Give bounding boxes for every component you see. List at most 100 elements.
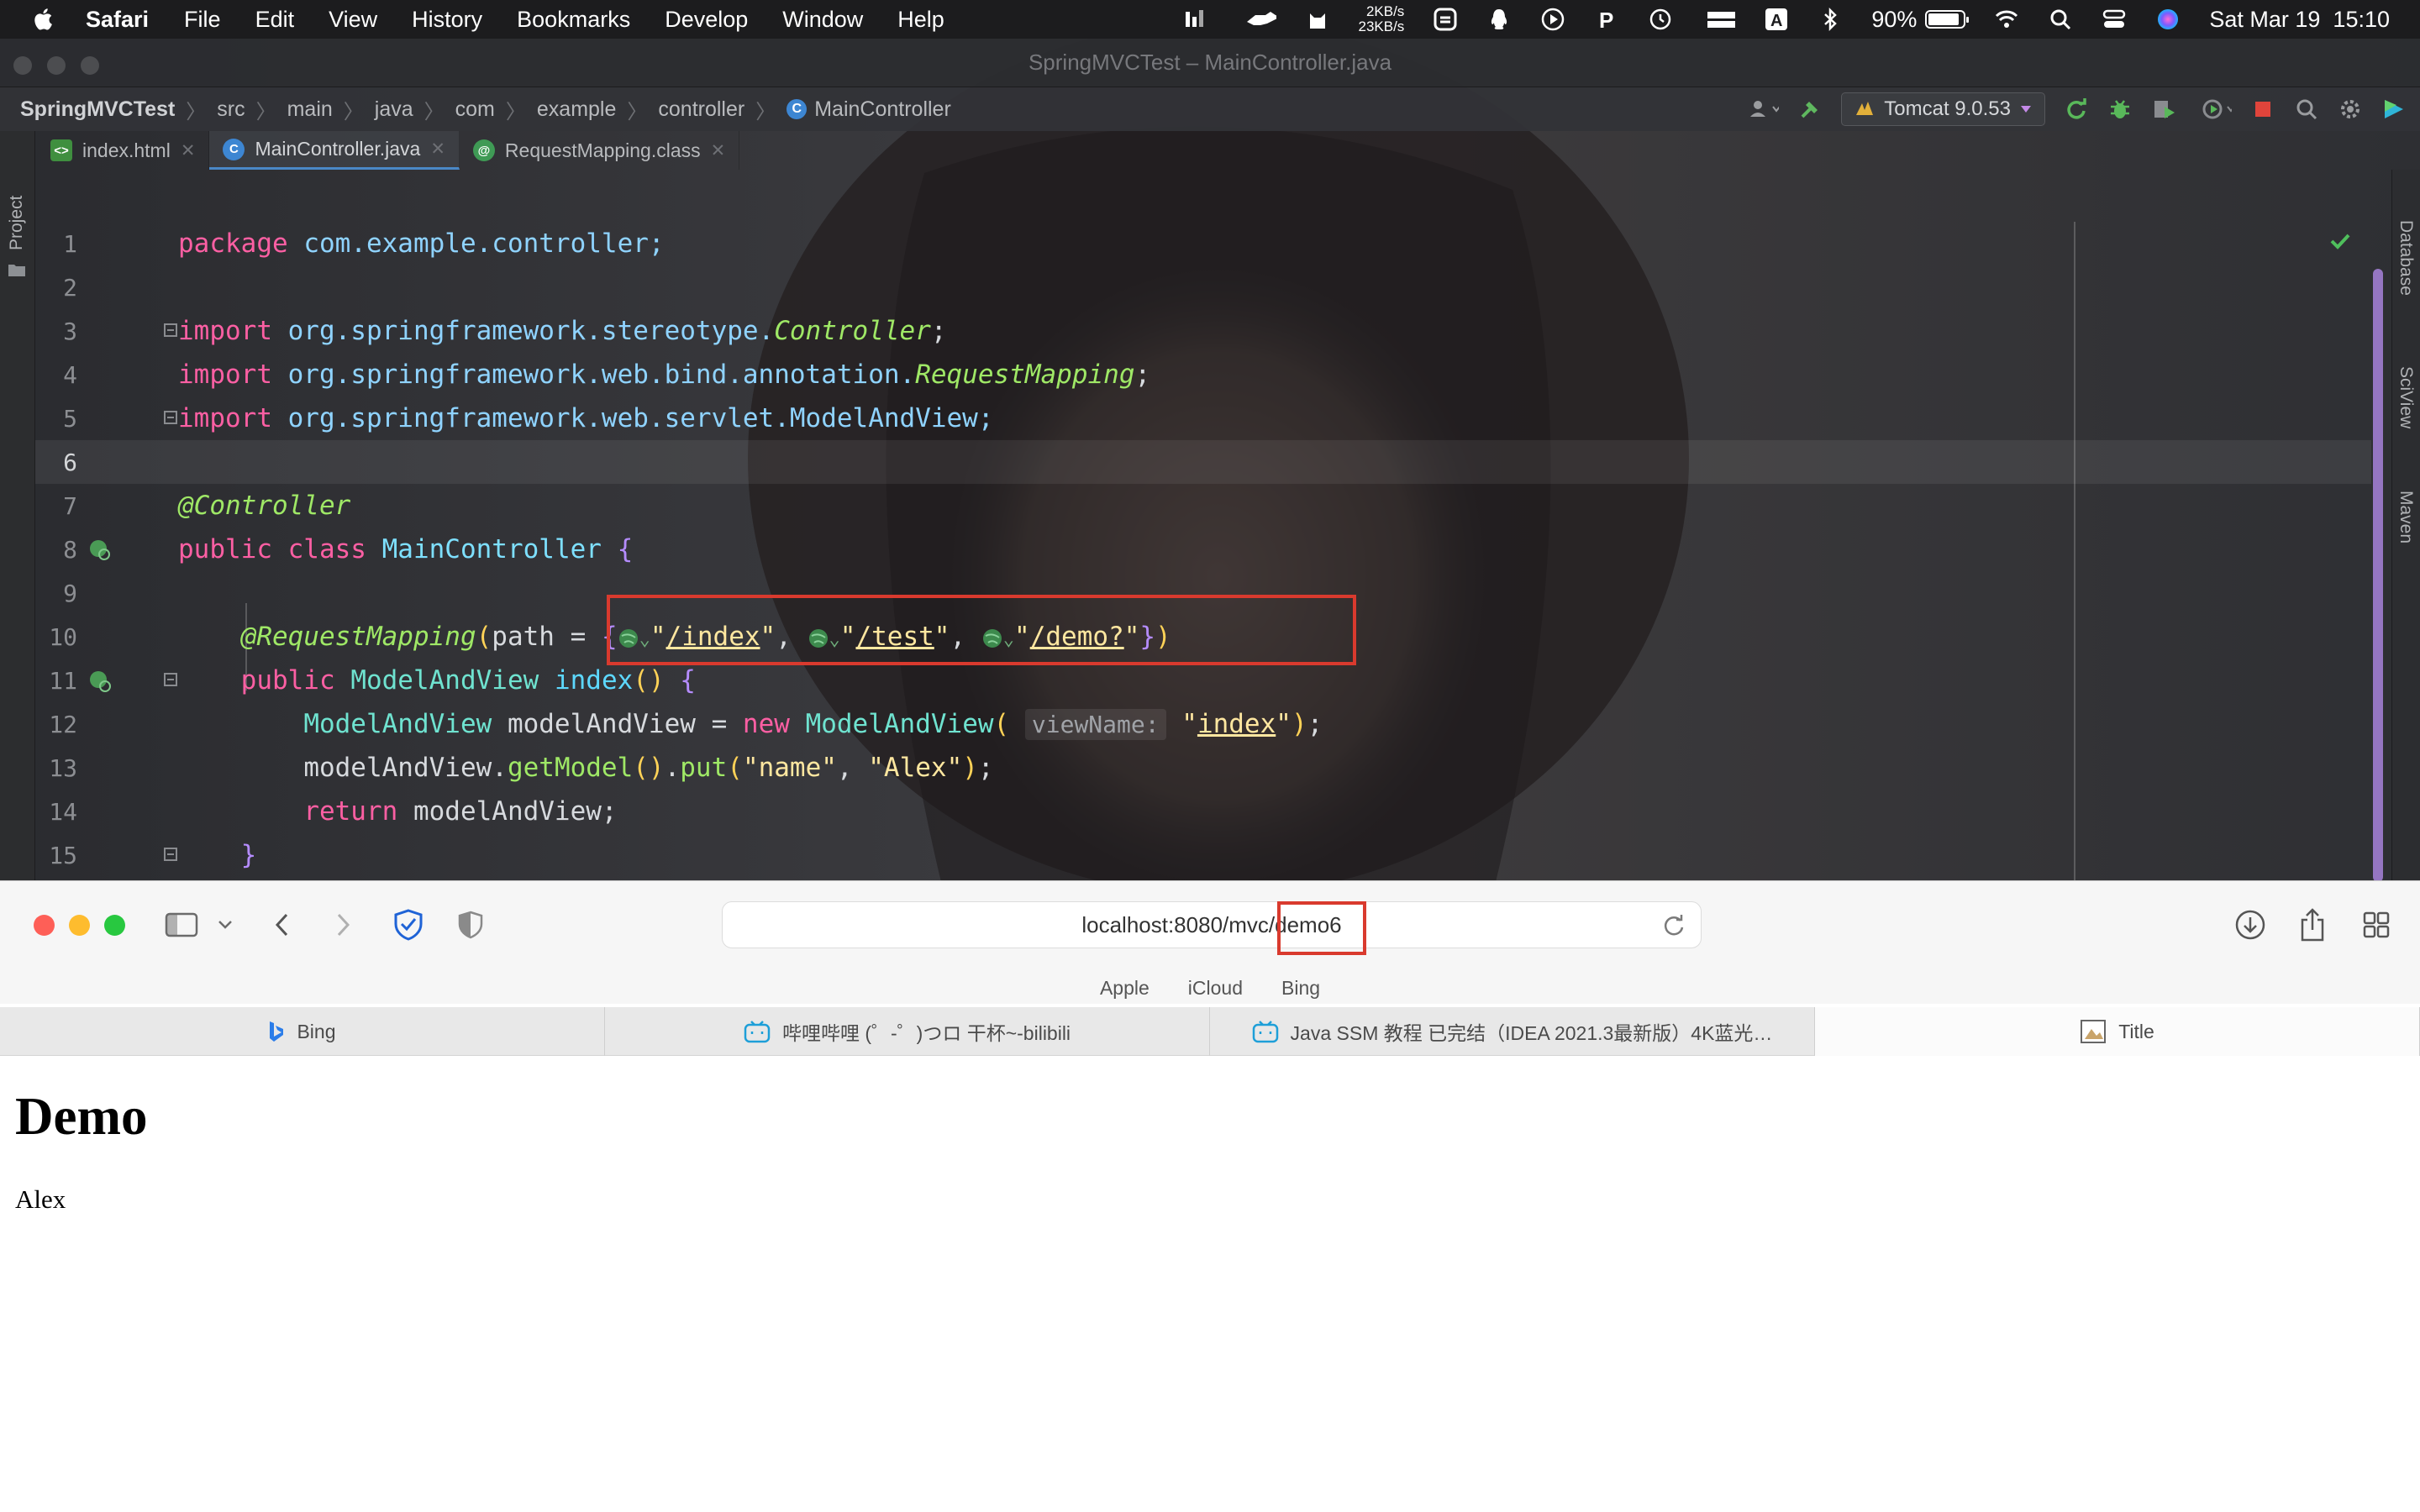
- timemachine-icon[interactable]: [1648, 7, 1673, 32]
- sidebar-toggle-button[interactable]: [163, 906, 200, 943]
- breadcrumb-controller[interactable]: controller: [658, 97, 744, 122]
- back-button[interactable]: [264, 906, 301, 943]
- fold-icon[interactable]: [163, 410, 178, 425]
- fold-icon[interactable]: [163, 323, 178, 338]
- safari-tab-bing[interactable]: Bing: [0, 1007, 605, 1056]
- breadcrumb-project[interactable]: SpringMVCTest: [20, 97, 175, 122]
- menu-app-safari[interactable]: Safari: [86, 7, 149, 33]
- database-tool-button[interactable]: Database: [2396, 220, 2416, 296]
- line-number: 1: [63, 229, 77, 258]
- editor-tabs: <> index.html ✕ C MainController.java ✕ …: [37, 131, 2390, 170]
- user-icon[interactable]: [1742, 97, 1780, 122]
- close-icon[interactable]: ✕: [430, 139, 445, 160]
- menu-file[interactable]: File: [184, 7, 221, 33]
- web-page-content: Demo Alex: [15, 1086, 147, 1215]
- menu-help[interactable]: Help: [897, 7, 944, 33]
- siri-icon[interactable]: [2155, 7, 2181, 32]
- bluetooth-icon[interactable]: [1818, 7, 1843, 32]
- ide-minimize-button[interactable]: [47, 56, 66, 75]
- fold-icon[interactable]: [163, 847, 178, 862]
- build-hammer-icon[interactable]: [1797, 97, 1823, 122]
- safari-tab-title[interactable]: Title: [1815, 1007, 2420, 1056]
- wifi-icon[interactable]: [1994, 7, 2019, 32]
- menu-window[interactable]: Window: [782, 7, 863, 33]
- breadcrumb-src[interactable]: src: [217, 97, 245, 122]
- safari-tab-java-ssm[interactable]: Java SSM 教程 已完结（IDEA 2021.3最新版）4K蓝光…: [1210, 1007, 1815, 1056]
- tab-overview-button[interactable]: [2358, 906, 2395, 943]
- network-speed[interactable]: 2KB/s 23KB/s: [1359, 4, 1405, 34]
- control-center-icon[interactable]: [2102, 7, 2127, 32]
- request-mapping-icon[interactable]: [87, 669, 113, 694]
- code-line: 1 package com.example.controller;: [35, 222, 2371, 265]
- breadcrumb-mainclass[interactable]: MainController: [814, 97, 951, 122]
- ide-zoom-button[interactable]: [81, 56, 99, 75]
- settings-gear-icon[interactable]: [2338, 97, 2363, 122]
- stats-icon[interactable]: [1182, 7, 1207, 32]
- spotlight-icon[interactable]: [2048, 7, 2073, 32]
- menu-develop[interactable]: Develop: [665, 7, 748, 33]
- sidebar-dropdown-button[interactable]: [208, 906, 242, 943]
- code-line: 5 import org.springframework.web.servlet…: [35, 396, 2371, 440]
- producthunt-icon[interactable]: P: [1594, 7, 1619, 32]
- clock[interactable]: Sat Mar 19 15:10: [2209, 7, 2390, 33]
- breadcrumb-example[interactable]: example: [537, 97, 617, 122]
- line-number: 8: [63, 535, 77, 564]
- safari-minimize-button[interactable]: [69, 915, 90, 936]
- reload-icon[interactable]: [1662, 914, 1686, 937]
- run-coverage-icon[interactable]: [2151, 97, 2176, 122]
- bilibili-icon: [1252, 1021, 1278, 1043]
- right-tool-strip: Database SciView Maven: [2391, 170, 2420, 882]
- privacy-report-button[interactable]: [452, 906, 489, 943]
- run-configuration-dropdown[interactable]: Tomcat 9.0.53: [1841, 92, 2045, 126]
- qq-icon[interactable]: [1486, 7, 1512, 32]
- bitwarden-extension-button[interactable]: [390, 906, 427, 943]
- spring-bean-icon[interactable]: [87, 538, 113, 563]
- close-icon[interactable]: ✕: [181, 140, 196, 161]
- editor-scrollbar[interactable]: [2373, 269, 2383, 882]
- project-tool-button[interactable]: Project: [7, 196, 27, 250]
- cat-icon[interactable]: [1305, 7, 1330, 32]
- search-icon[interactable]: [2294, 97, 2319, 122]
- jetbrains-toolbox-icon[interactable]: [2381, 97, 2407, 122]
- forward-button[interactable]: [324, 906, 361, 943]
- favorite-apple[interactable]: Apple: [1100, 977, 1150, 1000]
- battery-status[interactable]: 90%: [1871, 7, 1970, 33]
- rerun-icon[interactable]: [2064, 97, 2089, 122]
- svg-text:P: P: [1599, 8, 1613, 32]
- safari-tab-bilibili[interactable]: 哔哩哔哩 (゜-゜)つロ 干杯~-bilibili: [605, 1007, 1210, 1056]
- menu-history[interactable]: History: [412, 7, 482, 33]
- safari-zoom-button[interactable]: [104, 915, 125, 936]
- play-icon[interactable]: [1540, 7, 1565, 32]
- close-icon[interactable]: ✕: [711, 140, 726, 161]
- maven-tool-button[interactable]: Maven: [2396, 491, 2416, 543]
- menu-edit[interactable]: Edit: [255, 7, 295, 33]
- share-button[interactable]: [2294, 906, 2331, 943]
- runcat-icon[interactable]: [1236, 7, 1276, 32]
- breadcrumb-main[interactable]: main: [287, 97, 333, 122]
- profile-icon[interactable]: [2195, 97, 2232, 122]
- page-heading: Demo: [15, 1087, 148, 1146]
- favorite-icloud[interactable]: iCloud: [1188, 977, 1243, 1000]
- input-method-icon[interactable]: A: [1764, 7, 1789, 32]
- tab-maincontroller-java[interactable]: C MainController.java ✕: [209, 131, 460, 170]
- downloads-button[interactable]: [2232, 906, 2269, 943]
- sciview-tool-button[interactable]: SciView: [2396, 366, 2416, 428]
- menu-bookmarks[interactable]: Bookmarks: [517, 7, 630, 33]
- apple-logo-icon[interactable]: [32, 7, 57, 32]
- dock-icon[interactable]: [1702, 7, 1736, 32]
- tab-index-html[interactable]: <> index.html ✕: [37, 131, 210, 170]
- fold-icon[interactable]: [163, 672, 178, 687]
- breadcrumb-com[interactable]: com: [455, 97, 495, 122]
- ide-close-button[interactable]: [13, 56, 32, 75]
- stop-icon[interactable]: [2250, 97, 2275, 122]
- safari-close-button[interactable]: [34, 915, 55, 936]
- breadcrumb-java[interactable]: java: [375, 97, 413, 122]
- menu-view[interactable]: View: [329, 7, 377, 33]
- address-bar[interactable]: localhost:8080/mvc/demo6: [722, 901, 1702, 948]
- tab-requestmapping-class[interactable]: @ RequestMapping.class ✕: [460, 131, 740, 170]
- favorite-bing[interactable]: Bing: [1281, 977, 1320, 1000]
- debug-icon[interactable]: [2107, 97, 2133, 122]
- code-editor[interactable]: 1 package com.example.controller; 2 3 im…: [35, 170, 2391, 882]
- tab-label: MainController.java: [255, 138, 421, 160]
- sync-icon[interactable]: [1433, 7, 1458, 32]
